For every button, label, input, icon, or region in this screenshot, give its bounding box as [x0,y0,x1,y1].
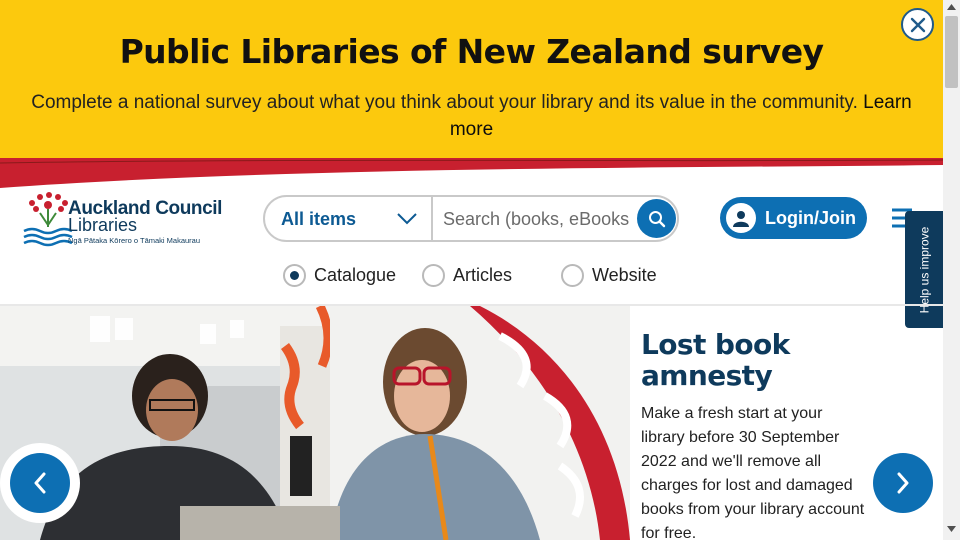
scroll-up-arrow-icon[interactable] [947,4,956,10]
scope-catalogue-radio[interactable]: Catalogue [283,262,396,288]
search-category-select[interactable]: All items [265,197,433,240]
search-icon [648,210,665,227]
carousel-prev-button[interactable] [0,443,80,523]
scope-label: Catalogue [314,264,397,285]
chevron-down-icon [397,213,417,225]
survey-banner: Public Libraries of New Zealand survey C… [0,0,943,163]
banner-description: Complete a national survey about what yo… [31,92,858,113]
hero-image [0,306,630,540]
scope-label: Website [592,264,657,285]
logo-subtitle: Libraries [68,215,138,235]
scope-articles-radio[interactable]: Articles [422,262,512,288]
search-bar: All items [263,195,679,242]
scroll-down-arrow-icon[interactable] [947,526,956,532]
scope-website-radio[interactable]: Website [561,262,657,288]
hero-title[interactable]: Lost book amnesty [641,329,861,391]
decorative-band [0,158,943,188]
radio-unselected-icon [422,263,445,287]
chevron-right-icon [897,472,909,494]
search-button[interactable] [637,199,676,238]
close-banner-button[interactable] [901,8,934,41]
banner-text: Complete a national survey about what yo… [20,89,923,143]
page-scrollbar[interactable] [943,0,960,540]
scrollbar-thumb[interactable] [945,16,958,88]
logo-tagline: Ngā Pātaka Kōrero o Tāmaki Makaurau [68,236,201,245]
login-join-button[interactable]: Login/Join [720,197,867,239]
close-icon [910,17,925,32]
help-us-improve-tab[interactable]: Help us improve [905,211,943,328]
scope-label: Articles [453,264,513,285]
banner-title: Public Libraries of New Zealand survey [119,32,824,71]
radio-unselected-icon [561,263,584,287]
chevron-left-icon [34,472,46,494]
help-tab-label: Help us improve [917,226,932,313]
search-input[interactable] [443,205,633,233]
carousel-next-button[interactable] [863,443,943,523]
hero-description: Make a fresh start at your library befor… [641,405,865,540]
search-category-label: All items [281,209,357,229]
radio-selected-icon [283,263,306,287]
user-icon [726,203,756,233]
login-label: Login/Join [765,207,856,228]
